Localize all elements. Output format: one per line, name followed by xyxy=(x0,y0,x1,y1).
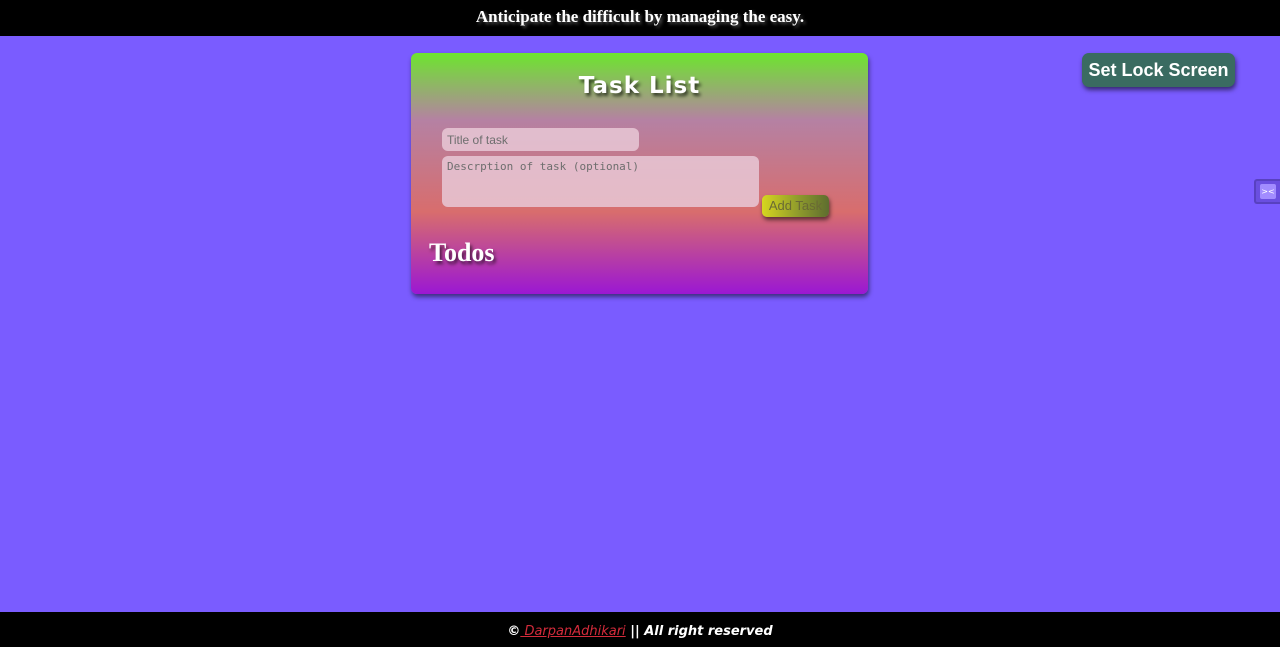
task-list-title: Task List xyxy=(578,73,701,99)
face-icon: >< xyxy=(1260,184,1276,199)
todos-heading: Todos xyxy=(429,238,495,267)
task-title-input[interactable] xyxy=(442,128,639,151)
task-description-input[interactable] xyxy=(442,156,759,207)
quote-bar: Anticipate the difficult by managing the… xyxy=(0,0,1280,36)
rights-text: || All right reserved xyxy=(625,624,773,639)
footer: © DarpanAdhikari || All right reserved xyxy=(0,612,1280,647)
quote-text: Anticipate the difficult by managing the… xyxy=(475,7,805,26)
side-widget-tab[interactable]: >< xyxy=(1254,179,1280,204)
author-link[interactable]: DarpanAdhikari xyxy=(520,624,625,639)
add-task-button[interactable]: Add Task xyxy=(762,195,829,217)
set-lock-screen-button[interactable]: Set Lock Screen xyxy=(1082,53,1235,87)
task-list-card: Task List Add Task Todos xyxy=(411,53,868,294)
copyright-symbol: © xyxy=(507,624,521,639)
